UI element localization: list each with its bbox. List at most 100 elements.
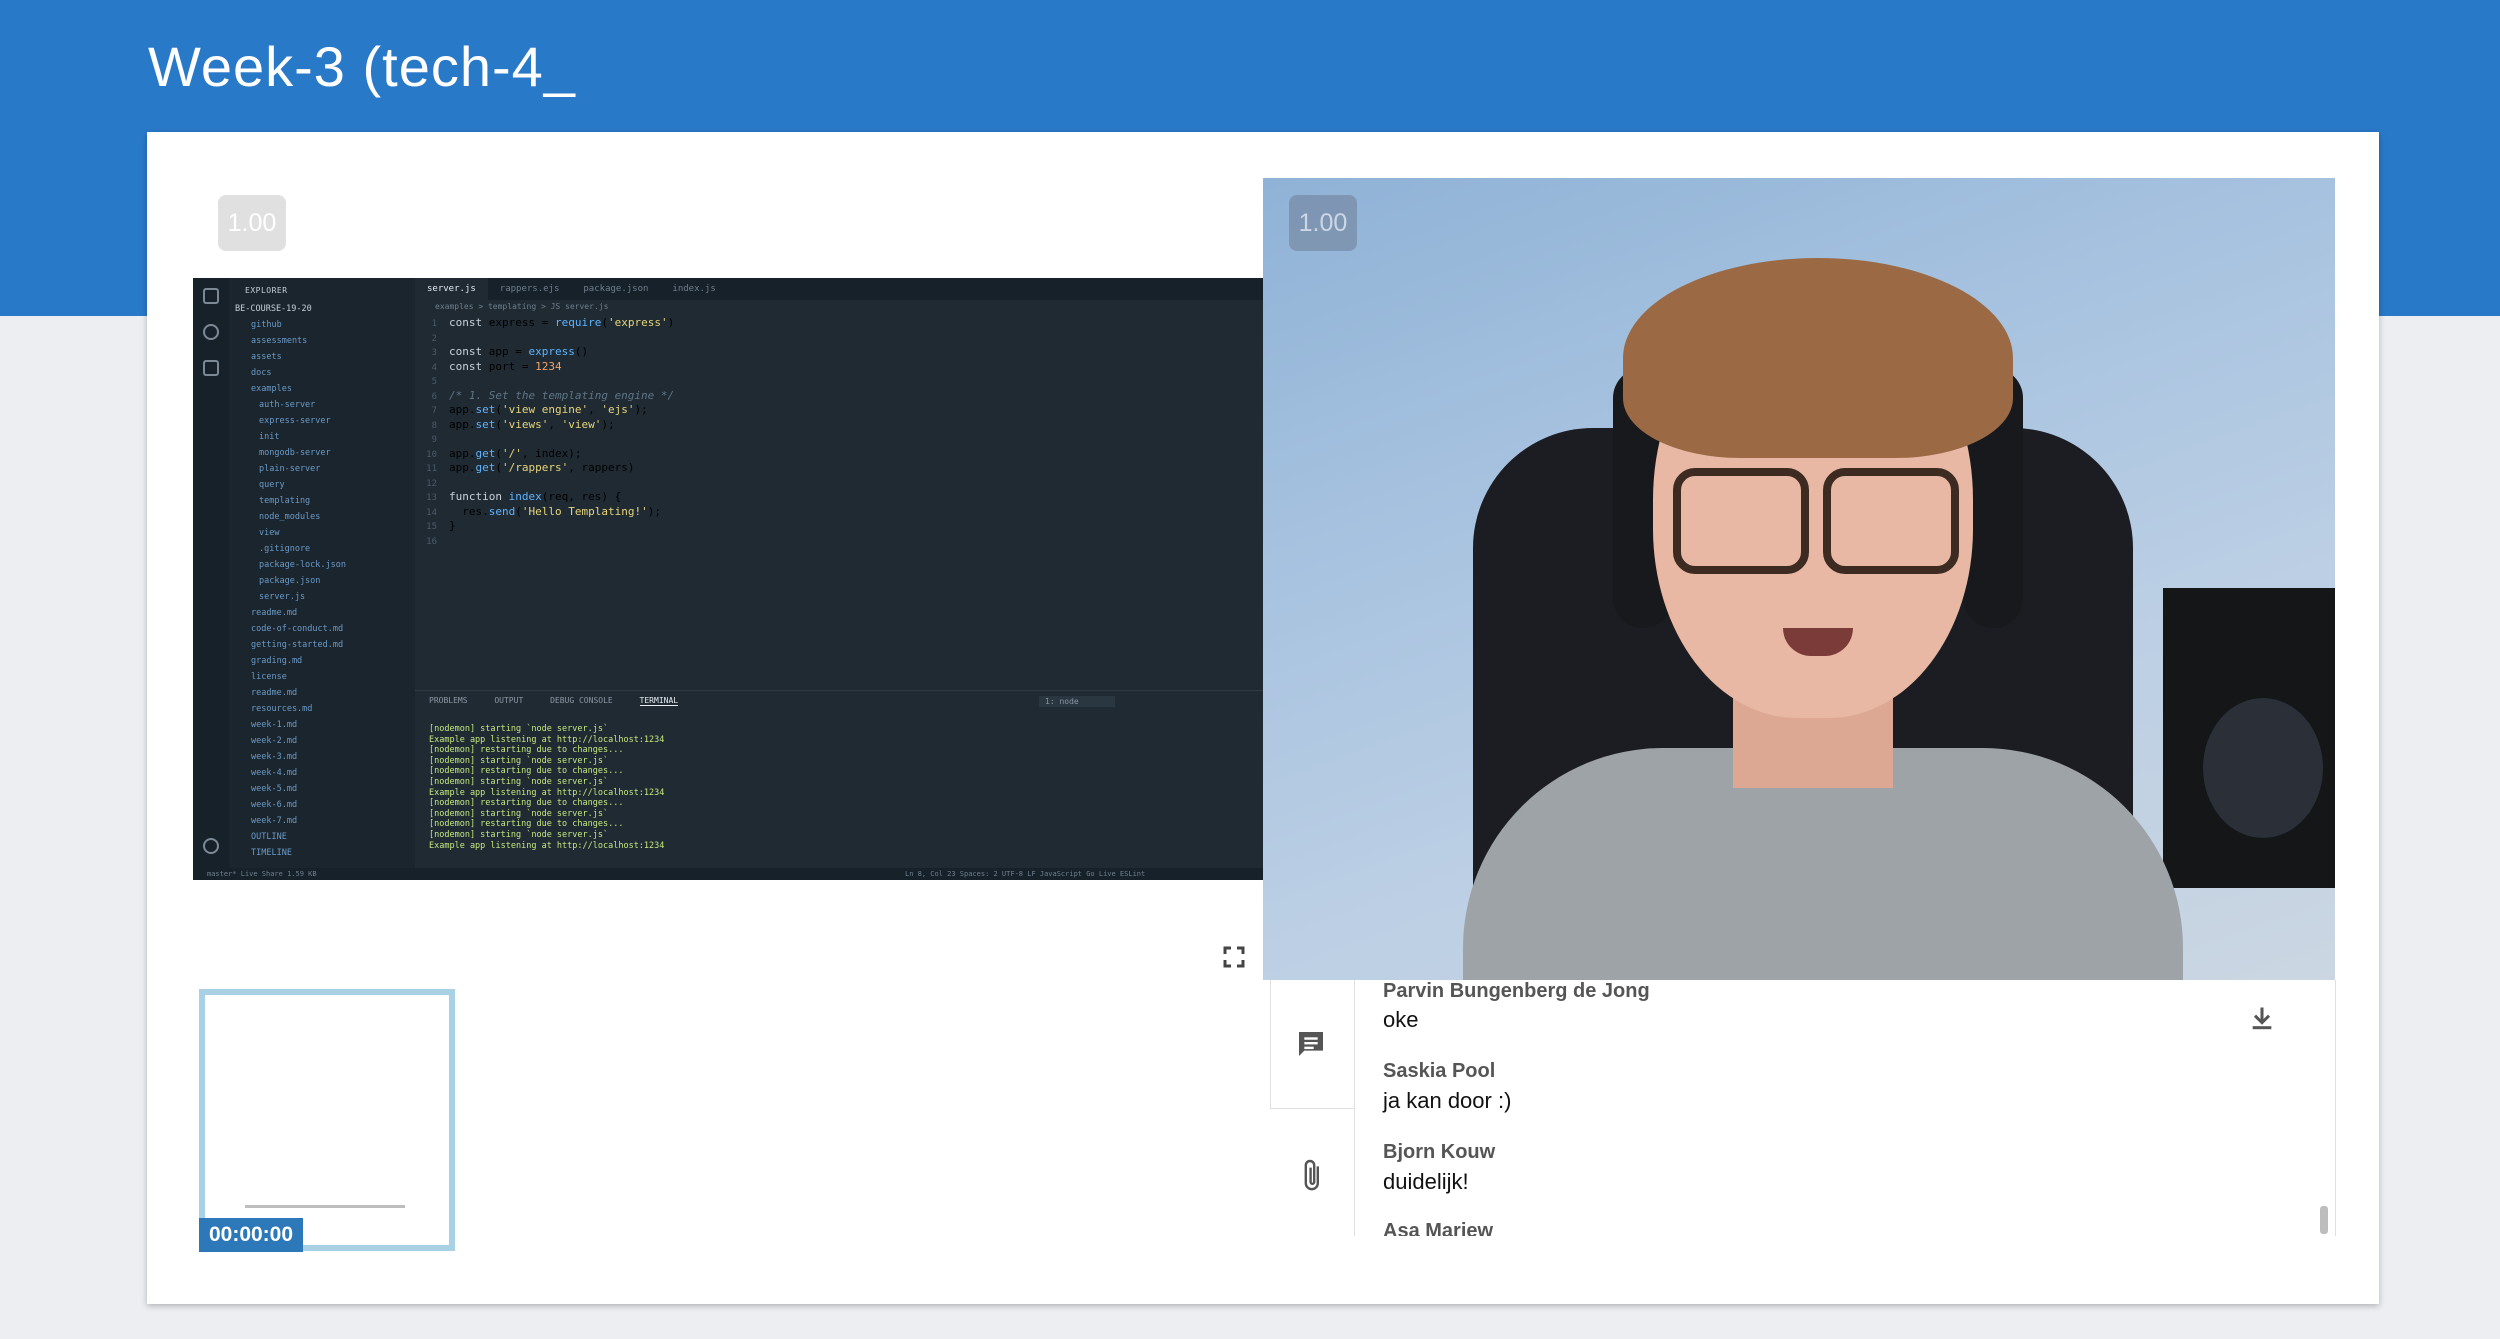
chat-message: oke [1383, 1007, 1419, 1032]
chat-author: Bjorn Kouw [1383, 1141, 1496, 1163]
terminal-line: [nodemon] starting `node server.js` [429, 829, 609, 840]
file-tree-item: week-7.md [251, 816, 298, 826]
panel-tab-terminal: TERMINAL [639, 696, 679, 706]
file-tree-item: assessments [251, 336, 308, 346]
chat-author: Asa Mariew [1383, 1220, 1494, 1236]
explorer-title: EXPLORER [245, 286, 288, 295]
file-tree-item: BE-COURSE-19-20 [235, 304, 312, 314]
file-tree-item: week-3.md [251, 752, 298, 762]
file-tree-item: express-server [259, 416, 331, 426]
file-tree-item: week-1.md [251, 720, 298, 730]
file-tree: BE-COURSE-19-20 github assessments assets do… [229, 301, 415, 861]
terminal-line: [nodemon] starting `node server.js` [429, 724, 609, 734]
file-tree-item: query [259, 480, 285, 490]
speaker-cone [2203, 698, 2323, 838]
file-tree-item: templating [259, 496, 311, 506]
file-tree-item: week-4.md [251, 768, 298, 778]
files-icon [203, 288, 219, 304]
status-left: master* Live Share 1.59 KB [207, 870, 317, 878]
activity-bar [193, 278, 229, 868]
chat-author: Saskia Pool [1383, 1060, 1496, 1082]
file-tree-item: examples [251, 384, 292, 394]
terminal-output: [nodemon] starting `node server.js` Examp… [415, 724, 1263, 851]
tab-server-js: server.js [415, 278, 488, 300]
file-tree-item: github [251, 320, 282, 330]
terminal-line: [nodemon] restarting due to changes... [429, 766, 624, 777]
tab-index-js: index.js [672, 284, 716, 294]
file-tree-item: week-2.md [251, 736, 298, 746]
fullscreen-icon[interactable] [1223, 946, 1245, 968]
webcam-video[interactable] [1263, 178, 2335, 980]
code-line: 1 const express = require('express') [431, 316, 675, 329]
terminal-line: Example app listening at http://localhos… [429, 734, 665, 745]
glasses-left-lens [1673, 468, 1809, 574]
source-control-icon [203, 360, 219, 376]
slide-thumbnail[interactable] [199, 989, 455, 1251]
chat-sidebar [1270, 980, 1355, 1109]
panel-tabs: PROBLEMS OUTPUT DEBUG CONSOLE TERMINAL 1… [415, 690, 1263, 711]
status-bar: master* Live Share 1.59 KB Ln 8, Col 23 … [193, 868, 1263, 880]
download-icon[interactable] [2248, 1004, 2276, 1032]
file-tree-item: readme.md [251, 688, 298, 698]
terminal-line: Example app listening at http://localhos… [429, 787, 665, 798]
file-tree-item: mongodb-server [259, 448, 331, 458]
terminal-line: [nodemon] restarting due to changes... [429, 798, 624, 809]
glasses-right-lens [1823, 468, 1959, 574]
editor-tabs: server.js rappers.ejs package.json index.js [415, 278, 1263, 300]
file-tree-item: week-6.md [251, 800, 298, 810]
chat-message: duidelijk! [1383, 1169, 1469, 1194]
status-right: Ln 8, Col 23 Spaces: 2 UTF-8 LF JavaScri… [905, 870, 1146, 878]
terminal-line: [nodemon] starting `node server.js` [429, 755, 609, 766]
file-tree-item: week-5.md [251, 784, 298, 794]
terminal-line: [nodemon] starting `node server.js` [429, 808, 609, 819]
file-tree-item: code-of-conduct.md [251, 624, 344, 634]
code-editor: 1 const express = require('express') 2 3 con… [415, 316, 1263, 702]
file-explorer: EXPLORER BE-COURSE-19-20 github assessment… [229, 278, 415, 868]
chat-author: Parvin Bungenberg de Jong [1383, 980, 1650, 1002]
chat-messages: Parvin Bungenberg de Jong oke Saskia Poo… [1354, 980, 2336, 1236]
file-tree-item: TIMELINE [251, 848, 292, 858]
terminal-line: Example app listening at http://localhos… [429, 840, 665, 851]
gear-icon [203, 838, 219, 854]
file-tree-item: init [259, 432, 280, 442]
page-title: Week-3 (tech-4_ [148, 35, 576, 98]
speed-badge-webcam[interactable]: 1.00 [1289, 195, 1357, 251]
file-tree-item: assets [251, 352, 282, 362]
chat-icon[interactable] [1295, 1028, 1327, 1060]
file-tree-item: resources.md [251, 704, 313, 714]
speed-badge-screen[interactable]: 1.00 [218, 195, 286, 251]
panel-tab-debug-console: DEBUG CONSOLE [550, 696, 613, 705]
file-tree-item: view [259, 528, 280, 538]
tab-rappers-ejs: rappers.ejs [499, 284, 560, 294]
file-tree-item: package-lock.json [259, 560, 346, 570]
file-tree-item: grading.md [251, 656, 303, 666]
chat-scrollbar[interactable] [2320, 1206, 2328, 1234]
terminal-line: [nodemon] restarting due to changes... [429, 819, 624, 830]
search-icon [203, 324, 219, 340]
attachment-icon[interactable] [1298, 1158, 1328, 1194]
terminal-select: 1: node [1039, 696, 1115, 707]
terminal-line: [nodemon] restarting due to changes... [429, 745, 624, 756]
chat-message: ja kan door :) [1383, 1088, 1512, 1113]
terminal-line: [nodemon] starting `node server.js` [429, 776, 609, 787]
file-tree-item: .gitignore [259, 544, 311, 554]
editor-breadcrumb: examples > templating > JS server.js [435, 302, 609, 311]
person-hair [1623, 258, 2013, 458]
file-tree-item: getting-started.md [251, 640, 344, 650]
file-tree-item: node_modules [259, 512, 321, 522]
file-tree-item: OUTLINE [251, 832, 287, 842]
thumbnail-text-line [245, 1205, 405, 1208]
panel-tab-problems: PROBLEMS [429, 696, 468, 705]
code-line: 16 [426, 536, 437, 547]
file-tree-item: plain-server [259, 464, 321, 474]
panel-tab-output: OUTPUT [494, 696, 524, 705]
thumbnail-timestamp: 00:00:00 [199, 1218, 303, 1252]
file-tree-item: server.js [259, 592, 306, 602]
file-tree-item: docs [251, 368, 272, 378]
file-tree-item: auth-server [259, 400, 316, 410]
tab-package-json: package.json [583, 284, 649, 294]
file-tree-item: package.json [259, 576, 321, 586]
file-tree-item: license [251, 672, 287, 682]
file-tree-item: readme.md [251, 608, 298, 618]
screen-recording-video[interactable]: EXPLORER BE-COURSE-19-20 github assessment… [193, 278, 1263, 880]
